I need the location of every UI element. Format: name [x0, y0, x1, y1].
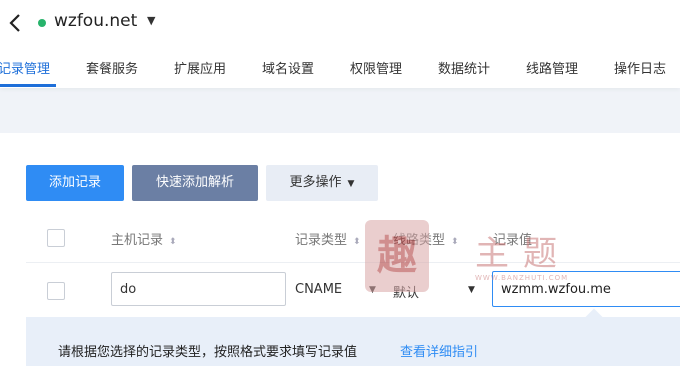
chevron-down-icon[interactable]: ▼	[369, 285, 376, 295]
caret-down-icon: ▼	[347, 179, 355, 189]
row-checkbox[interactable]	[47, 282, 65, 300]
add-record-button[interactable]: 添加记录	[26, 165, 124, 201]
quick-add-button[interactable]: 快速添加解析	[132, 165, 258, 201]
chevron-down-icon[interactable]: ▼	[147, 14, 155, 27]
status-dot-icon	[38, 19, 46, 27]
column-header-type[interactable]: 记录类型 ⬍	[295, 229, 361, 248]
tab-operation-log[interactable]: 操作日志	[614, 58, 666, 77]
active-tab-indicator	[0, 84, 56, 87]
tab-statistics[interactable]: 数据统计	[438, 58, 490, 77]
column-header-host[interactable]: 主机记录 ⬍	[111, 229, 177, 248]
column-header-value: 记录值	[493, 229, 532, 248]
tab-extensions[interactable]: 扩展应用	[174, 58, 226, 77]
row-divider	[26, 262, 680, 263]
top-bar: wzfou.net ▼ 记录管理 套餐服务 扩展应用 域名设置 权限管理 数据统…	[0, 0, 680, 88]
tab-record-management[interactable]: 记录管理	[0, 58, 50, 77]
column-host-label: 主机记录	[111, 233, 164, 248]
line-type-select[interactable]: 默认	[393, 282, 419, 301]
sort-icon[interactable]: ⬍	[451, 237, 459, 247]
record-type-select[interactable]: CNAME	[295, 282, 342, 297]
sort-icon[interactable]: ⬍	[353, 237, 361, 247]
host-record-input[interactable]	[111, 272, 286, 306]
column-type-label: 记录类型	[295, 233, 348, 248]
tab-plan-service[interactable]: 套餐服务	[86, 58, 138, 77]
chevron-down-icon[interactable]: ▼	[468, 285, 475, 295]
column-line-label: 线路类型	[393, 233, 446, 248]
select-all-checkbox[interactable]	[47, 229, 65, 247]
tab-line-management[interactable]: 线路管理	[526, 58, 578, 77]
column-header-line[interactable]: 线路类型 ⬍	[393, 229, 459, 248]
tab-permissions[interactable]: 权限管理	[350, 58, 402, 77]
more-actions-label: 更多操作	[289, 175, 342, 190]
more-actions-button[interactable]: 更多操作 ▼	[266, 165, 378, 201]
record-value-input[interactable]	[492, 271, 680, 307]
tab-domain-settings[interactable]: 域名设置	[262, 58, 314, 77]
hint-text: 请根据您选择的记录类型，按照格式要求填写记录值	[58, 345, 358, 360]
back-arrow-icon[interactable]	[4, 10, 28, 36]
domain-name[interactable]: wzfou.net	[54, 11, 137, 31]
column-value-label: 记录值	[493, 233, 533, 248]
sort-icon[interactable]: ⬍	[169, 237, 177, 247]
detail-guide-link[interactable]: 查看详细指引	[400, 341, 478, 360]
